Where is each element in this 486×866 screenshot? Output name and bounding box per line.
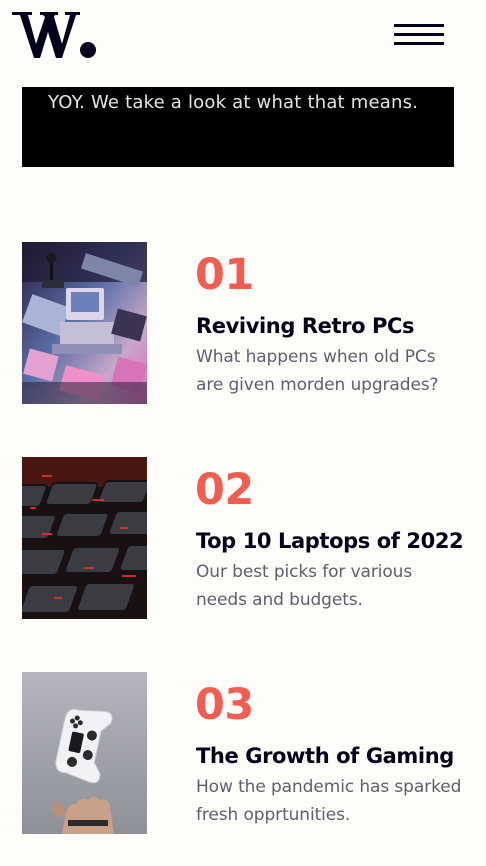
site-header xyxy=(0,0,486,72)
article-number: 02 xyxy=(195,465,254,515)
laptop-keyboard-image[interactable] xyxy=(22,457,147,619)
article-description: What happens when old PCs are given mord… xyxy=(196,347,439,395)
retro-pc-image[interactable] xyxy=(22,242,147,404)
article-title[interactable]: The Growth of Gaming xyxy=(196,742,454,770)
article-description: How the pandemic has sparked fresh opprt… xyxy=(196,777,462,825)
w-logo-icon xyxy=(12,12,96,58)
article-description: Our best picks for various needs and bud… xyxy=(196,562,413,610)
article-title[interactable]: Reviving Retro PCs xyxy=(196,312,415,340)
article-number: 03 xyxy=(195,680,254,730)
article-card-top-laptops[interactable]: 02 Top 10 Laptops of 2022 Our best picks… xyxy=(22,457,464,619)
hero-banner: YOY. We take a look at what that means. xyxy=(22,87,454,167)
banner-text: YOY. We take a look at what that means. xyxy=(48,92,419,113)
logo[interactable] xyxy=(12,4,96,62)
article-title[interactable]: Top 10 Laptops of 2022 xyxy=(196,527,464,555)
article-number: 01 xyxy=(195,250,254,300)
hamburger-menu-button[interactable] xyxy=(392,22,446,48)
menu-line-icon xyxy=(394,42,444,45)
article-card-retro-pcs[interactable]: 01 Reviving Retro PCs What happens when … xyxy=(22,242,462,404)
article-card-growth-of-gaming[interactable]: 03 The Growth of Gaming How the pandemic… xyxy=(22,672,462,834)
menu-line-icon xyxy=(394,33,444,36)
menu-line-icon xyxy=(394,24,444,27)
game-controller-image[interactable] xyxy=(22,672,147,834)
